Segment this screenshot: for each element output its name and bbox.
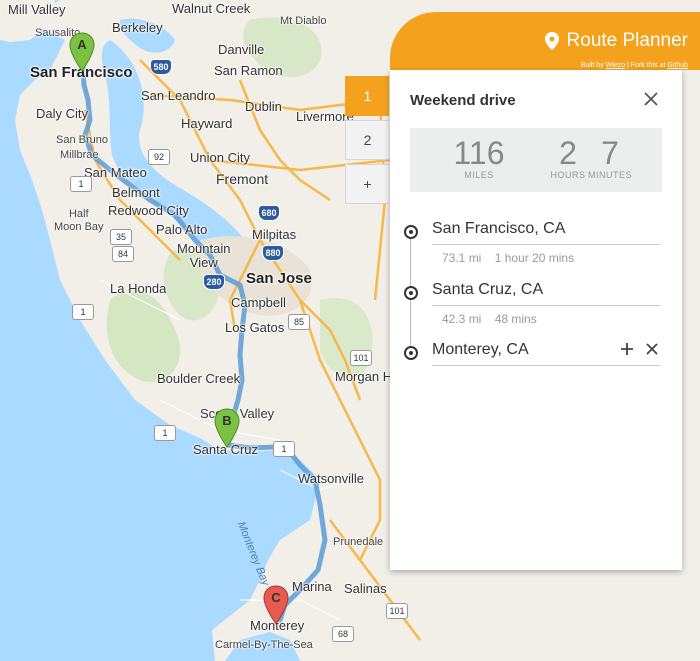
city-label: Walnut Creek	[172, 1, 251, 16]
landmark-label: Mt Diablo	[280, 15, 327, 27]
miles-label: MILES	[464, 170, 494, 180]
highway-shield: 101	[350, 350, 372, 366]
city-label: Boulder Creek	[157, 371, 241, 386]
leg-duration: 1 hour 20 mins	[494, 251, 575, 265]
close-button[interactable]	[642, 90, 660, 108]
map-pin-icon	[544, 32, 559, 50]
city-label: Half Moon Bay	[54, 208, 104, 233]
city-label: San Bruno	[56, 134, 108, 146]
minutes-label: MINUTES	[588, 170, 632, 180]
city-label: Belmont	[112, 185, 160, 200]
author-link[interactable]: Wiezo	[606, 62, 625, 69]
highway-shield: 680	[258, 205, 280, 221]
app-title: Route Planner	[544, 30, 688, 52]
city-label: Millbrae	[60, 149, 99, 161]
city-label: Dublin	[245, 99, 282, 114]
highway-shield: 1	[273, 441, 295, 457]
highway-shield: 880	[262, 245, 284, 261]
marker-label: C	[271, 590, 281, 605]
city-label: Campbell	[231, 295, 286, 310]
city-label: Hayward	[181, 116, 233, 131]
city-label: Milpitas	[252, 227, 297, 242]
city-label: Union City	[190, 150, 250, 165]
close-icon	[646, 343, 658, 355]
highway-shield: 1	[154, 425, 176, 441]
map-marker-a[interactable]: A	[69, 32, 95, 72]
highway-shield: 84	[112, 246, 134, 262]
city-label: Prunedale	[333, 536, 384, 548]
city-label: Carmel-By-The-Sea	[215, 639, 313, 651]
hours-stat: 2 HOURS	[546, 136, 590, 180]
city-label: Morgan H	[335, 369, 393, 384]
city-label: Danville	[218, 42, 265, 57]
add-route-tab[interactable]: +	[345, 164, 389, 204]
leg-info: 73.1 mi 1 hour 20 mins	[442, 251, 574, 265]
city-label: San Jose	[246, 270, 312, 287]
credits-prefix: Built by	[580, 62, 604, 69]
marker-label: B	[222, 413, 232, 428]
city-label: San Leandro	[141, 88, 216, 103]
app-credits: Built by Wiezo | Fork this at Github	[581, 62, 688, 69]
stop-item[interactable]: Monterey, CA	[404, 339, 664, 369]
stop-name[interactable]: San Francisco, CA	[432, 220, 660, 245]
city-label: Mill Valley	[8, 2, 66, 17]
highway-shield: 580	[150, 59, 172, 75]
hours-label: HOURS	[550, 170, 586, 180]
minutes-value: 7	[601, 135, 619, 171]
leg-info: 42.3 mi 48 mins	[442, 312, 537, 326]
tab-route-2[interactable]: 2	[345, 120, 389, 160]
hours-value: 2	[559, 135, 577, 171]
minutes-stat: 7 MINUTES	[588, 136, 632, 180]
highway-shield: 92	[148, 149, 170, 165]
highway-shield: 280	[203, 274, 225, 290]
miles-value: 116	[453, 135, 505, 171]
leg-distance: 73.1 mi	[442, 251, 482, 265]
city-label: Palo Alto	[156, 222, 208, 237]
city-label: Salinas	[344, 581, 387, 596]
city-label: San Mateo	[84, 165, 147, 180]
map-marker-b[interactable]: B	[214, 408, 240, 448]
remove-stop-button[interactable]	[644, 341, 660, 357]
trip-summary: 116 MILES 2 HOURS 7 MINUTES	[410, 128, 662, 192]
highway-shield: 1	[72, 304, 94, 320]
leg-duration: 48 mins	[494, 312, 537, 326]
add-stop-button[interactable]	[619, 341, 635, 357]
highway-shield: 68	[332, 626, 354, 642]
app-title-text: Route Planner	[566, 30, 688, 51]
stop-icon	[404, 286, 418, 300]
app-header: Route Planner Built by Wiezo | Fork this…	[390, 12, 700, 70]
city-label: Marina	[292, 579, 332, 594]
stop-item[interactable]: San Francisco, CA	[404, 218, 664, 248]
leg-distance: 42.3 mi	[442, 312, 482, 326]
city-label: Watsonville	[298, 471, 364, 486]
github-link[interactable]: Github	[667, 62, 688, 69]
trip-title[interactable]: Weekend drive	[410, 92, 516, 109]
city-label: Daly City	[36, 106, 89, 121]
route-panel: Weekend drive 116 MILES 2 HOURS 7 MINUTE…	[390, 70, 682, 570]
city-label: La Honda	[110, 281, 167, 296]
miles-stat: 116 MILES	[444, 136, 514, 180]
highway-shield: 101	[386, 603, 408, 619]
map-marker-c[interactable]: C	[263, 585, 289, 625]
stop-item[interactable]: Santa Cruz, CA	[404, 279, 664, 309]
highway-shield: 1	[70, 176, 92, 192]
city-label: Fremont	[216, 171, 269, 187]
close-icon	[644, 92, 658, 106]
highway-shield: 35	[110, 229, 132, 245]
city-label: San Ramon	[214, 63, 283, 78]
credits-mid: | Fork this at	[627, 62, 666, 69]
stop-icon	[404, 346, 418, 360]
city-label: Mountain View	[177, 241, 231, 270]
stop-name[interactable]: Santa Cruz, CA	[432, 281, 660, 306]
tab-route-1[interactable]: 1	[345, 76, 389, 116]
stop-icon	[404, 225, 418, 239]
city-label: Los Gatos	[225, 320, 285, 335]
highway-shield: 85	[288, 314, 310, 330]
marker-label: A	[77, 37, 87, 52]
city-label: Berkeley	[112, 20, 163, 35]
plus-icon	[621, 343, 633, 355]
city-label: Redwood City	[108, 203, 189, 218]
